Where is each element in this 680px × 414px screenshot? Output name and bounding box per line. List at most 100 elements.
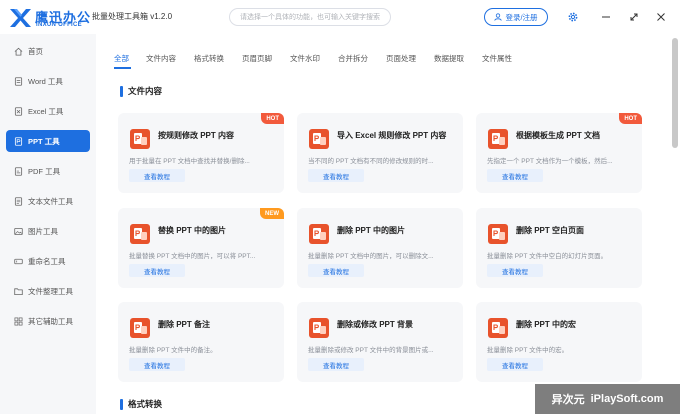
tab-watermark[interactable]: 文件水印 <box>290 53 320 64</box>
card-badge: NEW <box>260 208 284 219</box>
tab-all[interactable]: 全部 <box>114 53 129 64</box>
card-description: 批量删除 PPT 文档中的图片，可以删除文... <box>308 253 434 260</box>
tab-format-convert[interactable]: 格式转换 <box>194 53 224 64</box>
card-description: 批量删除 PPT 文件中空白的幻灯片页面。 <box>487 253 608 260</box>
section-header: 格式转换 <box>120 398 162 410</box>
sidebar: 首页 Word 工具 Excel 工具 PPT 工具 PDF 工具 文本文件工具… <box>0 34 96 414</box>
minimize-icon[interactable] <box>600 11 612 23</box>
tab-file-content[interactable]: 文件内容 <box>146 53 176 64</box>
section-accent-bar <box>120 85 123 97</box>
tab-file-properties[interactable]: 文件属性 <box>482 53 512 64</box>
sidebar-item-label: PPT 工具 <box>28 136 60 146</box>
sidebar-item-home[interactable]: 首页 <box>6 40 90 62</box>
tool-card[interactable]: 删除 PPT 空白页面批量删除 PPT 文件中空白的幻灯片页面。查看教程 <box>476 208 642 288</box>
sidebar-item-label: 其它辅助工具 <box>28 316 73 326</box>
tool-card[interactable]: 根据模板生成 PPT 文档先指定一个 PPT 文档作为一个模板，然后... 查看教… <box>476 113 642 193</box>
card-badge: HOT <box>619 113 642 124</box>
folder-icon <box>14 287 23 295</box>
close-icon[interactable] <box>655 11 667 23</box>
sidebar-item-label: 文本文件工具 <box>28 196 73 206</box>
tool-card[interactable]: 按规则修改 PPT 内容 用于批量在 PPT 文档中查找并替换/删除... 查看教程… <box>118 113 284 193</box>
ppt-file-icon <box>488 318 508 338</box>
sidebar-item-tools[interactable]: 其它辅助工具 <box>6 310 90 332</box>
title-bar: 鹰迅办公 INXUN OFFICE 批量处理工具箱 v1.2.0 登录/注册 <box>0 0 680 34</box>
category-tabs: 全部 文件内容 格式转换 页眉页脚 文件水印 合并拆分 页面处理 数据提取 文件… <box>96 34 670 82</box>
card-title: 删除 PPT 中的宏 <box>516 320 577 329</box>
sidebar-item-ppt[interactable]: PPT 工具 <box>6 130 90 152</box>
watermark-text-en: iPlaySoft.com <box>590 393 664 405</box>
card-title: 根据模板生成 PPT 文档 <box>516 131 601 140</box>
tool-card[interactable]: 删除 PPT 中的图片批量删除 PPT 文档中的图片，可以删除文... 查看教程 <box>297 208 463 288</box>
tool-card[interactable]: 删除 PPT 中的宏批量删除 PPT 文件中的宏。查看教程 <box>476 302 642 382</box>
card-description: 批量删除 PPT 文件中的宏。 <box>487 347 569 354</box>
app-logo: 鹰迅办公 INXUN OFFICE <box>8 6 90 30</box>
sidebar-item-label: 首页 <box>28 46 43 56</box>
view-tutorial-button[interactable]: 查看教程 <box>487 264 543 277</box>
card-title: 删除 PPT 空白页面 <box>516 226 585 235</box>
tab-page-process[interactable]: 页面处理 <box>386 53 416 64</box>
app-title: 批量处理工具箱 v1.2.0 <box>92 12 173 21</box>
sidebar-item-rename[interactable]: 重命名工具 <box>6 250 90 272</box>
ppt-file-icon <box>130 129 150 149</box>
view-tutorial-button[interactable]: 查看教程 <box>487 169 543 182</box>
card-description: 批量删除 PPT 文件中的备注。 <box>129 347 217 354</box>
tools-icon <box>14 317 23 325</box>
section-title: 格式转换 <box>128 399 163 409</box>
watermark-text-cn: 异次元 <box>551 394 585 406</box>
sidebar-item-label: Excel 工具 <box>28 106 64 116</box>
card-title: 按规则修改 PPT 内容 <box>158 131 235 140</box>
view-tutorial-button[interactable]: 查看教程 <box>487 358 543 371</box>
logo-icon <box>10 9 31 27</box>
maximize-icon[interactable] <box>628 11 640 23</box>
tool-card[interactable]: 删除 PPT 备注 批量删除 PPT 文件中的备注。 查看教程 <box>118 302 284 382</box>
search-input[interactable] <box>229 8 391 26</box>
home-icon <box>14 47 23 56</box>
scrollbar-thumb[interactable] <box>672 38 678 148</box>
view-tutorial-button[interactable]: 查看教程 <box>308 264 364 277</box>
section-accent-bar <box>120 398 123 410</box>
scrollbar[interactable] <box>670 34 680 414</box>
card-title: 删除或修改 PPT 背景 <box>337 320 414 329</box>
sidebar-item-label: Word 工具 <box>28 76 63 86</box>
tab-merge-split[interactable]: 合并拆分 <box>338 53 368 64</box>
card-description: 批量替换 PPT 文档中的图片，可以将 PPT... <box>129 253 256 260</box>
view-tutorial-button[interactable]: 查看教程 <box>129 169 185 182</box>
card-description: 先指定一个 PPT 文档作为一个模板，然后... <box>487 158 613 165</box>
tab-header-footer[interactable]: 页眉页脚 <box>242 53 272 64</box>
text-file-icon <box>14 196 23 206</box>
ppt-file-icon <box>309 129 329 149</box>
sidebar-item-pdf[interactable]: PDF 工具 <box>6 160 90 182</box>
ppt-file-icon <box>309 224 329 244</box>
rename-icon <box>14 258 23 264</box>
card-description: 当不同的 PPT 文档有不同的修改规则的时... <box>308 158 434 165</box>
settings-gear-icon[interactable] <box>567 11 579 23</box>
sidebar-item-word[interactable]: Word 工具 <box>6 70 90 92</box>
ppt-file-icon <box>488 129 508 149</box>
sidebar-item-label: 重命名工具 <box>28 256 66 266</box>
sidebar-item-label: 文件整理工具 <box>28 286 73 296</box>
view-tutorial-button[interactable]: 查看教程 <box>129 358 185 371</box>
card-badge: HOT <box>261 113 284 124</box>
tool-card[interactable]: 删除或修改 PPT 背景批量删除或修改 PPT 文件中的背景图片或... 查看教程 <box>297 302 463 382</box>
card-title: 删除 PPT 中的图片 <box>337 226 406 235</box>
sidebar-item-label: 图片工具 <box>28 226 58 236</box>
user-icon <box>494 13 503 21</box>
sidebar-item-text-file[interactable]: 文本文件工具 <box>6 190 90 212</box>
sidebar-item-excel[interactable]: Excel 工具 <box>6 100 90 122</box>
card-title: 替换 PPT 中的图片 <box>158 226 227 235</box>
view-tutorial-button[interactable]: 查看教程 <box>308 358 364 371</box>
sidebar-item-folder[interactable]: 文件整理工具 <box>6 280 90 302</box>
login-label: 登录/注册 <box>505 12 538 22</box>
tool-card[interactable]: 导入 Excel 规则修改 PPT 内容 当不同的 PPT 文档有不同的修改规则的… <box>297 113 463 193</box>
login-button[interactable]: 登录/注册 <box>484 8 548 26</box>
view-tutorial-button[interactable]: 查看教程 <box>308 169 364 182</box>
tab-data-extract[interactable]: 数据提取 <box>434 53 464 64</box>
sidebar-item-image[interactable]: 图片工具 <box>6 220 90 242</box>
card-description: 批量删除或修改 PPT 文件中的背景图片或... <box>308 347 434 354</box>
section-title: 文件内容 <box>128 86 163 96</box>
tool-card[interactable]: 替换 PPT 中的图片批量替换 PPT 文档中的图片，可以将 PPT... 查看教… <box>118 208 284 288</box>
view-tutorial-button[interactable]: 查看教程 <box>129 264 185 277</box>
active-tab-indicator <box>114 67 131 69</box>
section-header: 文件内容 <box>120 85 162 97</box>
main-content: 全部 文件内容 格式转换 页眉页脚 文件水印 合并拆分 页面处理 数据提取 文件… <box>96 34 670 414</box>
